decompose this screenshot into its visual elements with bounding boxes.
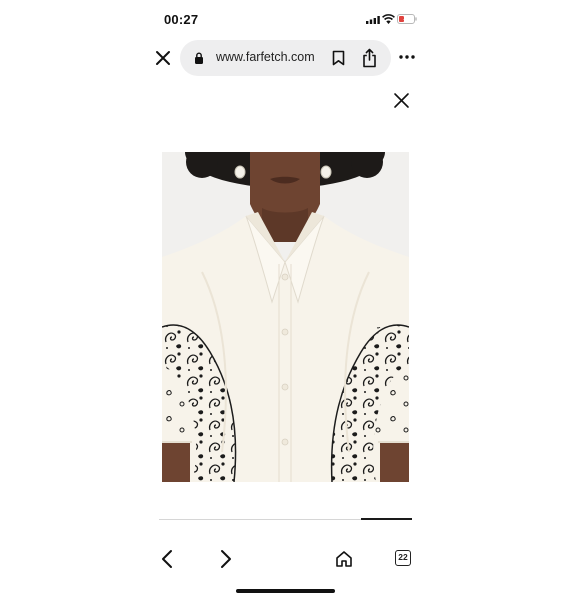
back-icon[interactable] — [160, 549, 174, 569]
url-text[interactable]: www.farfetch.com — [216, 50, 315, 64]
tabs-button[interactable]: 22 — [395, 550, 411, 566]
home-indicator[interactable] — [236, 589, 335, 593]
battery-level: 18 — [403, 15, 411, 22]
more-icon[interactable] — [398, 53, 416, 61]
gallery-progress-indicator — [361, 518, 412, 520]
product-image[interactable] — [162, 152, 409, 482]
status-time: 00:27 — [164, 12, 199, 27]
home-icon[interactable] — [335, 550, 353, 568]
close-icon[interactable] — [154, 49, 172, 67]
url-bar[interactable]: www.farfetch.com — [180, 40, 391, 76]
signal-icon — [366, 16, 380, 24]
status-bar: 00:27 18 — [0, 0, 570, 40]
close-icon[interactable] — [393, 92, 410, 109]
wifi-icon — [382, 14, 395, 24]
lock-icon — [195, 52, 203, 64]
bookmark-icon[interactable] — [332, 50, 345, 66]
share-icon[interactable] — [362, 48, 377, 68]
forward-icon[interactable] — [219, 549, 233, 569]
